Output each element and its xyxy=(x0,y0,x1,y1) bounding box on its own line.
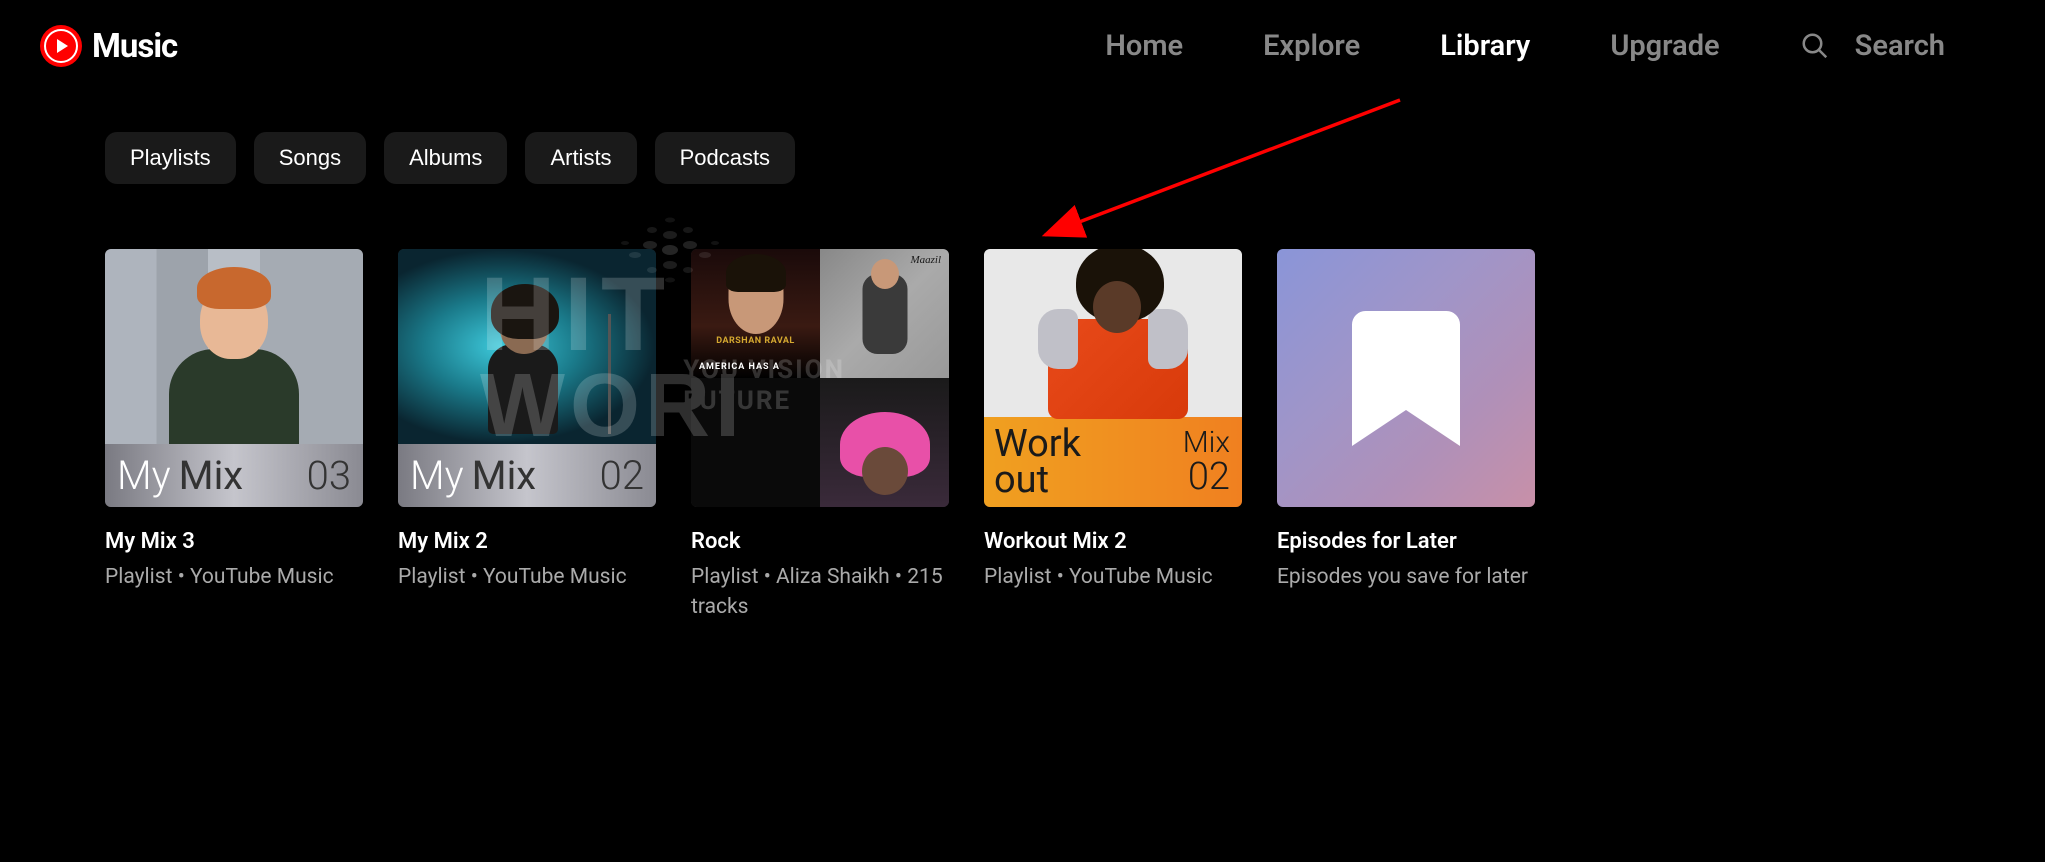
playlist-title: Episodes for Later xyxy=(1277,529,1535,554)
album-text: DARSHAN RAVAL xyxy=(691,336,820,346)
bookmark-icon xyxy=(1351,311,1461,446)
playlist-card-rock[interactable]: DARSHAN RAVAL AMERICA HAS A Maazil Rock xyxy=(691,249,949,623)
main-nav: Home Explore Library Upgrade Search xyxy=(1105,29,1945,63)
logo[interactable]: Music xyxy=(40,25,177,67)
overlay-prefix: My xyxy=(117,452,171,499)
chip-artists[interactable]: Artists xyxy=(525,132,636,184)
filter-chips: Playlists Songs Albums Artists Podcasts xyxy=(0,92,2045,194)
playlist-subtitle: Playlist • YouTube Music xyxy=(398,562,656,592)
header: Music Home Explore Library Upgrade Searc… xyxy=(0,0,2045,92)
nav-home[interactable]: Home xyxy=(1105,29,1183,63)
logo-text: Music xyxy=(92,27,177,66)
library-grid: My Mix 03 My Mix 3 Playlist • YouTube Mu… xyxy=(0,194,2045,643)
search-icon xyxy=(1800,31,1830,61)
playlist-card-my-mix-3[interactable]: My Mix 03 My Mix 3 Playlist • YouTube Mu… xyxy=(105,249,363,623)
playlist-thumbnail: Work out Mix 02 xyxy=(984,249,1242,507)
playlist-thumbnail xyxy=(1277,249,1535,507)
album-text: AMERICA HAS A xyxy=(699,362,780,372)
overlay-word: Mix xyxy=(179,452,244,499)
youtube-music-icon xyxy=(40,25,82,67)
nav-explore[interactable]: Explore xyxy=(1263,29,1360,63)
playlist-title: Rock xyxy=(691,529,949,554)
playlist-thumbnail: DARSHAN RAVAL AMERICA HAS A Maazil xyxy=(691,249,949,507)
playlist-card-my-mix-2[interactable]: My Mix 02 My Mix 2 Playlist • YouTube Mu… xyxy=(398,249,656,623)
search-label: Search xyxy=(1855,29,1945,63)
chip-albums[interactable]: Albums xyxy=(384,132,507,184)
playlist-thumbnail: My Mix 02 xyxy=(398,249,656,507)
playlist-subtitle: Playlist • YouTube Music xyxy=(105,562,363,592)
playlist-thumbnail: My Mix 03 xyxy=(105,249,363,507)
overlay-word-2: out xyxy=(994,458,1049,502)
overlay-number: 03 xyxy=(307,452,351,499)
playlist-title: Workout Mix 2 xyxy=(984,529,1242,554)
chip-songs[interactable]: Songs xyxy=(254,132,366,184)
playlist-subtitle: Playlist • Aliza Shaikh • 215 tracks xyxy=(691,562,949,623)
playlist-card-episodes-for-later[interactable]: Episodes for Later Episodes you save for… xyxy=(1277,249,1535,623)
nav-library[interactable]: Library xyxy=(1440,29,1530,63)
playlist-subtitle: Playlist • YouTube Music xyxy=(984,562,1242,592)
playlist-title: My Mix 3 xyxy=(105,529,363,554)
playlist-subtitle: Episodes you save for later xyxy=(1277,562,1535,592)
overlay-number: 02 xyxy=(1188,455,1230,499)
search-button[interactable]: Search xyxy=(1800,29,1945,63)
playlist-title: My Mix 2 xyxy=(398,529,656,554)
nav-upgrade[interactable]: Upgrade xyxy=(1610,29,1719,63)
chip-playlists[interactable]: Playlists xyxy=(105,132,236,184)
overlay-number: 02 xyxy=(600,452,644,499)
album-text: Maazil xyxy=(910,254,941,266)
chip-podcasts[interactable]: Podcasts xyxy=(655,132,796,184)
overlay-prefix: My xyxy=(410,452,464,499)
playlist-card-workout-mix-2[interactable]: Work out Mix 02 Workout Mix 2 Playlist •… xyxy=(984,249,1242,623)
overlay-word: Mix xyxy=(472,452,537,499)
